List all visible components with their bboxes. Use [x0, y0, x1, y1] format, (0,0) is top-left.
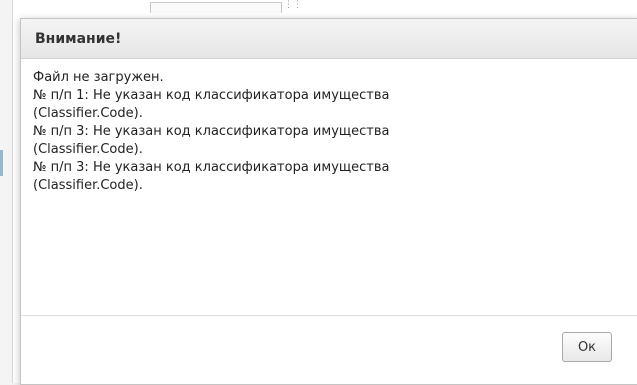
- dialog-title: Внимание!: [35, 30, 122, 47]
- message-line: № п/п 1: Не указан код классификатора им…: [33, 88, 390, 103]
- background-selection-marker: [0, 150, 3, 176]
- message-line: (Classifier.Code).: [33, 142, 143, 157]
- background-left-panel: [0, 0, 13, 383]
- dialog-body: Файл не загружен. № п/п 1: Не указан код…: [21, 59, 637, 315]
- alert-dialog: Внимание! Файл не загружен. № п/п 1: Не …: [20, 18, 637, 385]
- ok-button[interactable]: Ок: [562, 332, 612, 362]
- background-resize-icon: ⋮⋮: [284, 0, 302, 10]
- background-tab: [150, 2, 282, 13]
- message-line: № п/п 3: Не указан код классификатора им…: [33, 160, 390, 175]
- dialog-header: Внимание!: [21, 19, 637, 59]
- message-line: Файл не загружен.: [33, 70, 164, 85]
- dialog-footer: Ок: [21, 315, 637, 384]
- message-line: (Classifier.Code).: [33, 178, 143, 193]
- message-line: № п/п 3: Не указан код классификатора им…: [33, 124, 390, 139]
- message-line: (Classifier.Code).: [33, 106, 143, 121]
